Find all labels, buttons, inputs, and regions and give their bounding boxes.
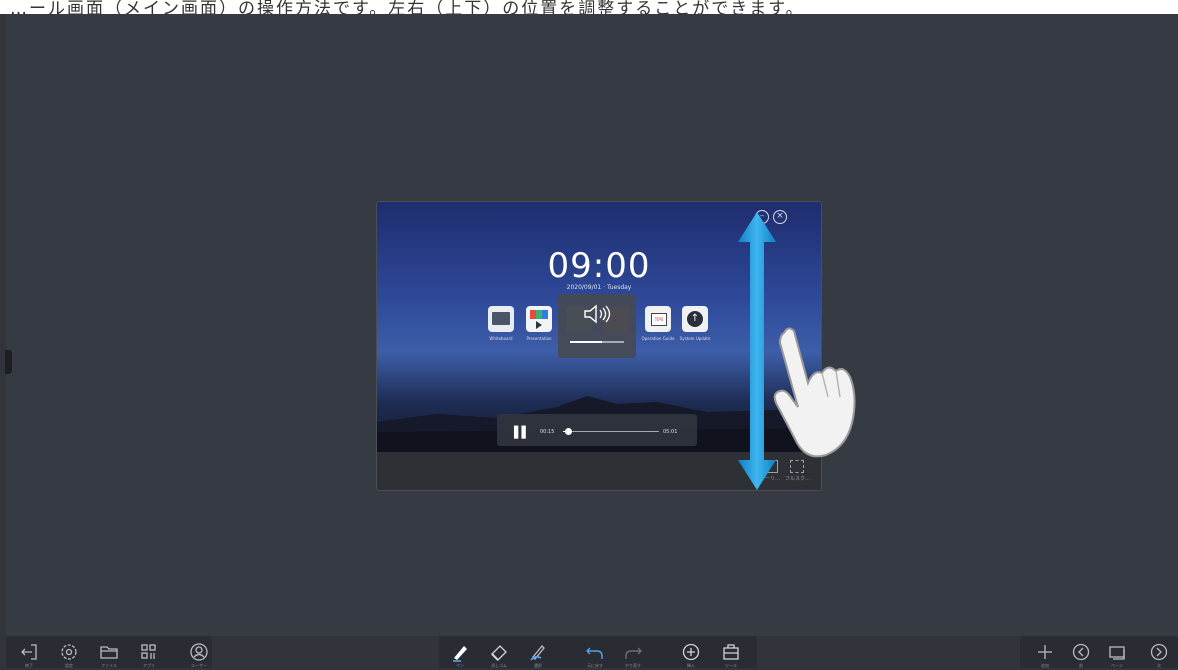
app-operation-guide[interactable]: TIPS xyxy=(645,306,671,332)
next-page-icon[interactable] xyxy=(1148,641,1170,663)
prev-page-icon[interactable] xyxy=(1070,641,1092,663)
volume-popup[interactable] xyxy=(558,294,636,358)
folder-label: ファイル xyxy=(101,663,117,668)
speaker-icon xyxy=(584,304,611,324)
presentation-icon xyxy=(530,310,548,319)
eraser-icon[interactable] xyxy=(488,641,510,663)
volume-slider-fill xyxy=(570,341,603,343)
pen-icon[interactable] xyxy=(449,641,471,663)
update-icon: ↑ xyxy=(687,311,703,327)
pause-button[interactable]: ▌▌ xyxy=(514,426,530,439)
add-page-label: 追加 xyxy=(1041,663,1049,668)
settings-icon[interactable] xyxy=(58,641,80,663)
pointing-hand-icon xyxy=(773,327,856,458)
pages-label: ページ xyxy=(1111,663,1123,668)
settings-label: 設定 xyxy=(65,663,73,668)
toolbar-right: 追加 前 ページ 次 xyxy=(1020,636,1178,668)
fullscreen-label: フルスク… xyxy=(785,476,811,482)
undo-icon[interactable] xyxy=(584,641,606,663)
apps-icon[interactable] xyxy=(138,641,160,663)
apps-label: アプリ xyxy=(143,663,155,668)
next-page-label: 次 xyxy=(1157,663,1161,668)
undo-label: 元に戻す xyxy=(587,663,603,668)
select-icon[interactable] xyxy=(527,641,549,663)
user-icon[interactable] xyxy=(188,641,210,663)
caption-strip: …ール画面（メイン画面）の操作方法です。左右（上下）の位置を調整することができま… xyxy=(0,0,1178,19)
exit-label: 終了 xyxy=(25,663,33,668)
whiteboard-icon xyxy=(492,312,510,325)
app-system-update-label: System Update xyxy=(679,336,711,341)
tools-icon[interactable] xyxy=(720,641,742,663)
user-label: ユーザー xyxy=(191,663,207,668)
pen-label: ペン xyxy=(456,663,464,668)
side-panel-handle[interactable] xyxy=(5,350,12,374)
toolbar-center: ペン 消しゴム 選択 元に戻す やり直す 挿入 ツール xyxy=(439,636,757,668)
guide-icon: TIPS xyxy=(651,313,667,326)
volume-slider[interactable] xyxy=(570,341,624,343)
redo-label: やり直す xyxy=(625,663,641,668)
app-operation-guide-label: Operation Guide xyxy=(641,336,675,341)
tools-label: ツール xyxy=(725,663,737,668)
seek-knob[interactable] xyxy=(564,428,572,435)
exit-icon[interactable] xyxy=(18,641,40,663)
select-label: 選択 xyxy=(534,663,542,668)
app-presentation-label: Presentation xyxy=(526,336,552,341)
insert-label: 挿入 xyxy=(687,663,695,668)
app-whiteboard-label: Whiteboard xyxy=(489,336,513,341)
app-whiteboard[interactable] xyxy=(488,306,514,332)
insert-icon[interactable] xyxy=(680,641,702,663)
pages-icon[interactable] xyxy=(1106,641,1128,663)
time-current: 00:15 xyxy=(540,429,555,435)
prev-page-label: 前 xyxy=(1079,663,1083,668)
app-system-update[interactable]: ↑ xyxy=(682,306,708,332)
app-presentation[interactable] xyxy=(526,306,552,332)
add-page-icon[interactable] xyxy=(1034,641,1056,663)
redo-icon[interactable] xyxy=(622,641,644,663)
time-total: 05:01 xyxy=(663,429,678,435)
folder-icon[interactable] xyxy=(98,641,120,663)
seek-bar[interactable] xyxy=(563,428,659,435)
toolbar-left: 終了 設定 ファイル アプリ ユーザー xyxy=(6,636,212,668)
eraser-label: 消しゴム xyxy=(491,663,507,668)
